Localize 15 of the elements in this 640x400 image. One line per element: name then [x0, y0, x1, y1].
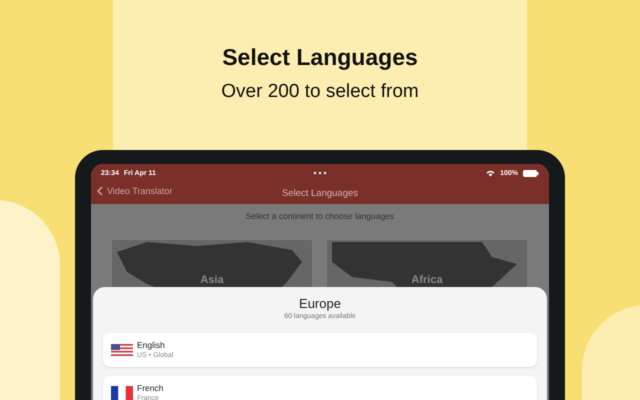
continent-name: Africa — [411, 274, 443, 286]
multitasking-dots-icon — [313, 171, 327, 175]
language-name: French — [137, 382, 164, 394]
instruction-text: Select a continent to choose languages — [244, 210, 396, 222]
back-button[interactable]: Video Translator — [97, 186, 172, 196]
battery-icon — [523, 170, 539, 176]
continent-name: Asia — [200, 274, 224, 286]
subheadline: Over 200 to select from — [221, 80, 419, 104]
back-chevron-icon — [97, 186, 103, 196]
screen-title: Select Languages — [282, 188, 358, 198]
language-name: English — [137, 340, 166, 350]
wifi-icon — [486, 170, 496, 176]
flag-icon — [111, 386, 133, 400]
flag-icon — [111, 344, 133, 356]
headline: Select Languages — [222, 43, 418, 72]
